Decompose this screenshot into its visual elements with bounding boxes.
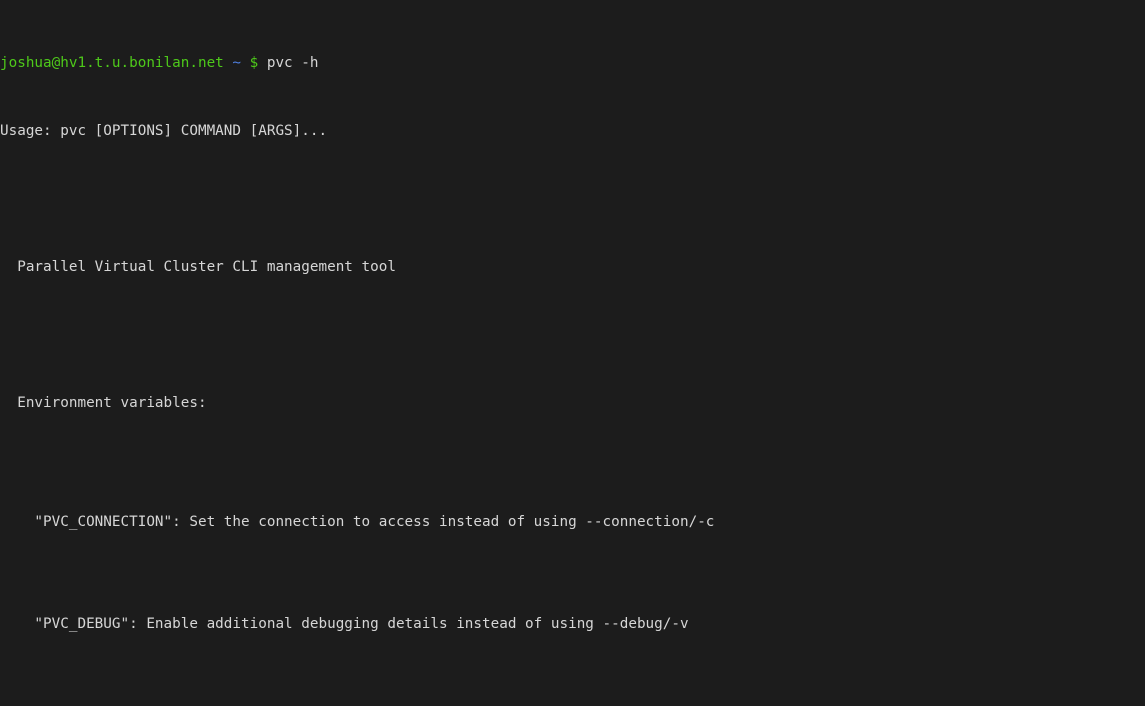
prompt-space-3 — [258, 55, 267, 71]
output-description: Parallel Virtual Cluster CLI management … — [0, 259, 396, 275]
prompt-user-host: joshua@hv1.t.u.bonilan.net — [0, 55, 224, 71]
output-env-heading: Environment variables: — [0, 395, 207, 411]
env-var-connection: "PVC_CONNECTION": Set the connection to … — [0, 514, 715, 530]
terminal-window[interactable]: joshua@hv1.t.u.bonilan.net ~ $ pvc -h Us… — [0, 0, 1145, 706]
typed-command: pvc -h — [266, 55, 319, 71]
prompt-symbol: $ — [249, 55, 259, 71]
env-var-debug: "PVC_DEBUG": Enable additional debugging… — [0, 616, 689, 632]
prompt-space-2 — [241, 55, 250, 71]
prompt-line-command: joshua@hv1.t.u.bonilan.net ~ $ pvc -h — [0, 55, 1145, 72]
prompt-path: ~ — [232, 55, 242, 71]
output-usage: Usage: pvc [OPTIONS] COMMAND [ARGS]... — [0, 123, 328, 139]
